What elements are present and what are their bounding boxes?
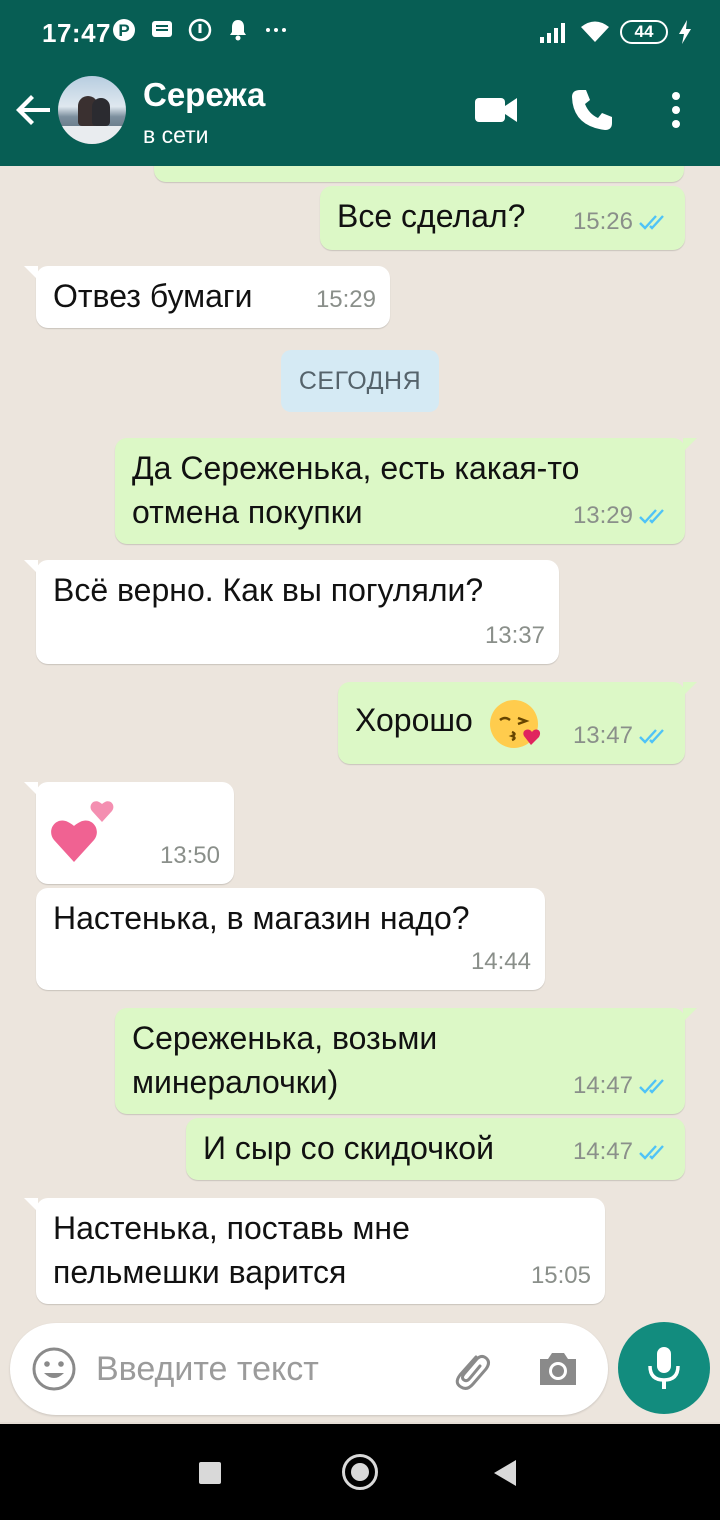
- message-time: 13:29: [572, 502, 633, 529]
- message-bubble-incoming[interactable]: Отвез бумаги 15:29: [24, 266, 390, 328]
- message-time: 15:05: [530, 1262, 591, 1289]
- home-icon[interactable]: [342, 1454, 378, 1490]
- more-dots-icon: [266, 28, 286, 32]
- message-input[interactable]: [96, 1343, 426, 1395]
- message-meta: 13:29: [573, 494, 671, 538]
- message-bubble-incoming[interactable]: 13:50: [24, 782, 234, 884]
- message-bubble-outgoing[interactable]: И сыр со скидочкой 14:47: [186, 1118, 685, 1180]
- message-meta: 14:47: [573, 1130, 671, 1174]
- message-time: 14:44: [470, 948, 531, 975]
- signal-icon: [540, 23, 565, 43]
- chat-area[interactable]: Все сделал? 15:26 Отвез бумаги 15:29 СЕГ…: [0, 166, 720, 1422]
- message-bubble-outgoing[interactable]: Сереженька, возьми минералочки) 14:47: [115, 1008, 697, 1114]
- phone-icon[interactable]: [568, 86, 616, 134]
- message-text: Отвез бумаги: [53, 278, 253, 314]
- svg-text:P: P: [118, 21, 129, 40]
- status-time: 17:47: [42, 18, 111, 48]
- video-call-icon[interactable]: [472, 86, 520, 134]
- message-bubble-outgoing[interactable]: Все сделал? 15:26: [320, 186, 685, 250]
- message-text: Всё верно. Как вы погуляли?: [53, 572, 484, 608]
- message-bubble-outgoing[interactable]: Хорошо 13:47: [338, 682, 697, 764]
- back-arrow-icon[interactable]: [14, 90, 54, 130]
- vpn-icon: [188, 18, 212, 42]
- message-icon: [152, 21, 172, 37]
- message-bubble-incoming[interactable]: Всё верно. Как вы погуляли? 13:37: [24, 560, 559, 664]
- message-bubble-incoming[interactable]: Настенька, в магазин надо? 14:44: [36, 888, 545, 990]
- read-check-icon: [639, 729, 664, 744]
- message-meta: 15:29: [316, 278, 376, 322]
- mic-button[interactable]: [618, 1322, 710, 1414]
- message-time: 14:47: [572, 1138, 633, 1165]
- message-text: Настенька, в магазин надо?: [53, 900, 470, 936]
- message-time: 13:47: [572, 722, 633, 749]
- wifi-icon: [581, 21, 609, 42]
- message-text: Сереженька, возьми минералочки): [132, 1020, 438, 1100]
- battery-icon: 44: [620, 20, 668, 44]
- read-check-icon: [639, 1145, 664, 1160]
- system-nav-bar: [0, 1424, 720, 1520]
- recents-icon[interactable]: [199, 1462, 221, 1484]
- message-bubble-partial[interactable]: [154, 166, 684, 182]
- attach-icon[interactable]: [446, 1345, 494, 1393]
- message-text: Все сделал?: [337, 198, 526, 234]
- charging-icon: [679, 20, 691, 44]
- message-composer: [10, 1323, 608, 1415]
- mic-icon: [648, 1347, 680, 1389]
- status-bar: 17:47 P 44: [0, 0, 720, 56]
- camera-icon[interactable]: [534, 1345, 582, 1393]
- pinterest-icon: P: [113, 19, 135, 41]
- two-hearts-emoji: [51, 801, 114, 862]
- message-time: 13:50: [159, 842, 220, 869]
- message-time: 15:29: [315, 286, 376, 313]
- message-meta: 13:50: [160, 834, 220, 878]
- bell-icon: [230, 20, 246, 41]
- read-check-icon: [639, 215, 664, 230]
- message-meta: 15:26: [573, 200, 671, 244]
- message-meta: 14:44: [471, 940, 531, 984]
- message-text: Настенька, поставь мне пельмешки варится: [53, 1210, 410, 1290]
- message-meta: 13:47: [573, 714, 671, 758]
- read-check-icon: [639, 509, 664, 524]
- message-time: 15:26: [572, 208, 633, 235]
- read-check-icon: [639, 1079, 664, 1094]
- status-notification-icons: P: [112, 18, 288, 42]
- message-time: 13:37: [484, 622, 545, 649]
- message-text: И сыр со скидочкой: [203, 1130, 494, 1166]
- avatar[interactable]: [58, 76, 126, 144]
- date-divider: СЕГОДНЯ: [281, 350, 439, 412]
- message-text: Да Сереженька, есть какая-то отмена поку…: [132, 450, 580, 530]
- message-text: Хорошо: [355, 702, 473, 738]
- message-bubble-incoming[interactable]: Настенька, поставь мне пельмешки варится…: [24, 1198, 605, 1304]
- contact-name[interactable]: Сережа: [143, 76, 265, 114]
- kissing-face-heart-emoji: [490, 700, 541, 748]
- message-meta: 14:47: [573, 1064, 671, 1108]
- emoji-icon[interactable]: [30, 1345, 78, 1393]
- battery-level: 44: [634, 22, 654, 41]
- chat-header: Сережа в сети: [0, 56, 720, 166]
- message-meta: 15:05: [531, 1254, 591, 1298]
- more-vert-icon[interactable]: [652, 86, 700, 134]
- status-system-icons: 44: [540, 20, 692, 44]
- message-time: 14:47: [572, 1072, 633, 1099]
- message-bubble-outgoing[interactable]: Да Сереженька, есть какая-то отмена поку…: [115, 438, 697, 544]
- contact-status: в сети: [143, 122, 209, 148]
- message-meta: 13:37: [485, 614, 545, 658]
- nav-back-icon[interactable]: [494, 1460, 516, 1486]
